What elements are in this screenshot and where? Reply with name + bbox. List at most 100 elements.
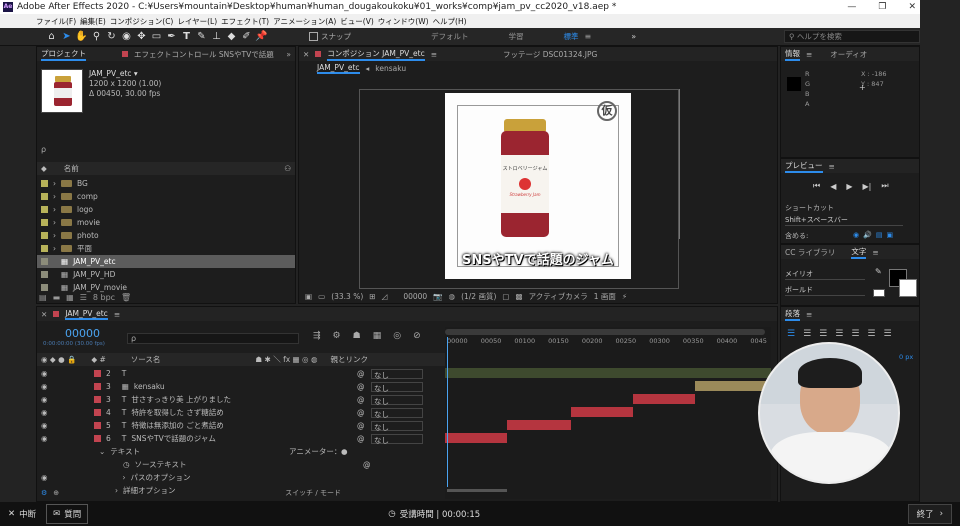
font-family-dropdown[interactable]: メイリオ xyxy=(785,269,865,280)
project-item-jam-pv-hd[interactable]: ▦ JAM_PV_HD xyxy=(37,268,295,281)
justify-all-icon[interactable]: ☰ xyxy=(883,329,891,339)
path-options-row[interactable]: ◉ › パスのオプション xyxy=(37,471,445,484)
pan-behind-tool-icon[interactable]: ✥ xyxy=(134,31,149,42)
work-area-bar[interactable] xyxy=(445,329,765,335)
trash-icon[interactable]: 🗑 xyxy=(121,293,131,302)
layer-row[interactable]: ◉ 6 T SNSやTVで話題のジャム @ なし xyxy=(37,432,445,445)
rotate-tool-icon[interactable]: ↻ xyxy=(104,31,119,42)
camera-tool-icon[interactable]: ◉ xyxy=(119,31,134,42)
font-style-dropdown[interactable]: ボールド xyxy=(785,285,865,296)
justify-last-left-icon[interactable]: ☰ xyxy=(835,329,843,339)
playhead[interactable] xyxy=(447,337,448,487)
selection-tool-icon[interactable]: ➤ xyxy=(59,31,74,42)
expand-icon[interactable]: ⊕ xyxy=(53,489,59,497)
project-item-name[interactable]: JAM_PV_etc ▾ xyxy=(89,69,161,79)
tab-paragraph[interactable]: 段落 xyxy=(785,308,800,321)
menu-window[interactable]: ウィンドウ(W) xyxy=(378,16,429,27)
panel-more-icon[interactable]: » xyxy=(286,50,291,59)
snap-checkbox[interactable] xyxy=(309,32,318,41)
new-folder-icon[interactable]: ▬ xyxy=(53,293,61,302)
overlay-toggle-icon[interactable]: ▤ xyxy=(876,231,883,239)
interpret-footage-icon[interactable]: ▤ xyxy=(39,293,47,302)
help-search-box[interactable]: ⚲ ヘルプを検索 xyxy=(784,30,920,43)
preview-menu-icon[interactable]: ≡ xyxy=(829,162,835,171)
source-text-row[interactable]: ◷ ソーステキスト @ xyxy=(37,458,445,471)
clone-stamp-tool-icon[interactable]: ⊥ xyxy=(209,31,224,42)
align-left-icon[interactable]: ☰ xyxy=(787,329,795,339)
always-preview-icon[interactable]: ▣ xyxy=(305,292,312,301)
close-timeline-icon[interactable]: ✕ xyxy=(41,310,47,319)
comp-menu-icon[interactable]: ≡ xyxy=(431,50,437,59)
menu-edit[interactable]: 編集(E) xyxy=(80,16,106,27)
default-colors-icon[interactable] xyxy=(873,289,885,297)
maximize-button[interactable]: ❐ xyxy=(878,2,886,12)
frame-blending-icon[interactable]: ▦ xyxy=(373,331,382,341)
eraser-tool-icon[interactable]: ◆ xyxy=(224,31,239,42)
justify-last-right-icon[interactable]: ☰ xyxy=(867,329,875,339)
text-property-row[interactable]: ⌄ テキスト アニメーター： ● xyxy=(37,445,445,458)
draft-3d-icon[interactable]: ⚙ xyxy=(333,331,341,341)
motion-blur-icon[interactable]: ◎ xyxy=(393,331,401,341)
layer-toggle-icon[interactable]: ▣ xyxy=(886,231,893,239)
menu-layer[interactable]: レイヤー(L) xyxy=(177,16,217,27)
stroke-color-swatch[interactable] xyxy=(899,279,917,297)
first-frame-icon[interactable]: ⏮ xyxy=(813,181,820,191)
tab-project[interactable]: プロジェクト xyxy=(41,48,86,61)
roto-brush-tool-icon[interactable]: ✐ xyxy=(239,31,254,42)
project-item-photo[interactable]: › photo xyxy=(37,229,295,242)
project-item-logo[interactable]: › logo xyxy=(37,203,295,216)
close-button[interactable]: ✕ xyxy=(908,2,916,12)
end-button[interactable]: 終了 › xyxy=(907,504,952,524)
menu-animation[interactable]: アニメーション(A) xyxy=(273,16,336,27)
project-item-jam-pv-etc[interactable]: ▦ JAM_PV_etc xyxy=(37,255,295,268)
minimize-button[interactable]: — xyxy=(847,2,856,12)
time-ruler[interactable]: 00000 00050 00100 00150 00200 00250 00300 00350… xyxy=(447,337,767,345)
bpc-label[interactable]: 8 bpc xyxy=(93,293,115,302)
tab-footage[interactable]: フッテージ DSC01324.JPG xyxy=(503,49,597,60)
timeline-track-area[interactable]: 00000 00050 00100 00150 00200 00250 00300 00350… xyxy=(445,327,771,499)
paragraph-menu-icon[interactable]: ≡ xyxy=(806,310,812,319)
workspace-default[interactable]: デフォルト xyxy=(431,31,469,42)
align-center-icon[interactable]: ☰ xyxy=(803,329,811,339)
snapshot-icon[interactable]: 📷 xyxy=(433,292,442,301)
indent-value[interactable]: 0 px xyxy=(899,353,913,361)
eyedropper-icon[interactable]: ✎ xyxy=(875,267,882,276)
question-button[interactable]: ✉ 質問 xyxy=(46,504,89,524)
align-right-icon[interactable]: ☰ xyxy=(819,329,827,339)
comp-viewer[interactable]: 仮 ストロベリージャム Strawberry Jam SNSやTVで話題のジャム xyxy=(445,93,631,279)
resolution-dropdown[interactable]: (1/2 画質) xyxy=(461,291,496,302)
next-frame-icon[interactable]: ▶| xyxy=(863,182,872,191)
timeline-current-time[interactable]: 00000 xyxy=(65,327,100,340)
info-menu-icon[interactable]: ≡ xyxy=(806,50,812,59)
tab-timeline[interactable]: JAM_PV_etc xyxy=(65,309,108,320)
more-workspaces-icon[interactable]: » xyxy=(631,32,636,41)
tab-preview[interactable]: プレビュー xyxy=(785,160,823,173)
project-flowchart-icon[interactable]: ⚇ xyxy=(284,164,291,173)
menu-file[interactable]: ファイル(F) xyxy=(36,16,76,27)
column-parent[interactable]: 親とリンク xyxy=(331,354,369,365)
justify-last-center-icon[interactable]: ☰ xyxy=(851,329,859,339)
zoom-tool-icon[interactable]: ⚲ xyxy=(89,31,104,42)
character-menu-icon[interactable]: ≡ xyxy=(872,248,878,257)
current-time[interactable]: 00000 xyxy=(403,292,427,301)
grid-icon[interactable]: ⊞ xyxy=(369,292,375,301)
project-item-solid[interactable]: › 平面 xyxy=(37,242,295,255)
layer-row[interactable]: ◉ 5 T 特徴は無添加の ごと煮詰め @ なし xyxy=(37,419,445,432)
video-toggle-icon[interactable]: ◉ xyxy=(853,231,859,239)
puppet-pin-tool-icon[interactable]: 📌 xyxy=(254,31,269,42)
zoom-slider[interactable] xyxy=(447,489,507,492)
transparency-grid-icon[interactable]: ▩ xyxy=(515,292,522,301)
menu-composition[interactable]: コンポジション(C) xyxy=(110,16,174,27)
home-icon[interactable]: ⌂ xyxy=(44,31,59,42)
camera-dropdown[interactable]: アクティブカメラ xyxy=(529,291,588,302)
shortcut-dropdown[interactable]: Shift+スペースバー xyxy=(785,215,903,226)
animator-add-icon[interactable]: ● xyxy=(341,447,348,456)
channel-icon[interactable]: ◍ xyxy=(449,292,456,301)
project-item-comp[interactable]: › comp xyxy=(37,190,295,203)
workspace-learn[interactable]: 学習 xyxy=(509,31,524,42)
column-source-name[interactable]: ソース名 xyxy=(131,354,161,365)
tab-info[interactable]: 情報 xyxy=(785,48,800,61)
toggle-panel-icon[interactable]: ⚙ xyxy=(41,489,47,497)
timeline-search[interactable]: ρ xyxy=(127,333,299,344)
layer-row[interactable]: ◉ 3 T 甘さすっきり美 上がりました @ なし xyxy=(37,393,445,406)
